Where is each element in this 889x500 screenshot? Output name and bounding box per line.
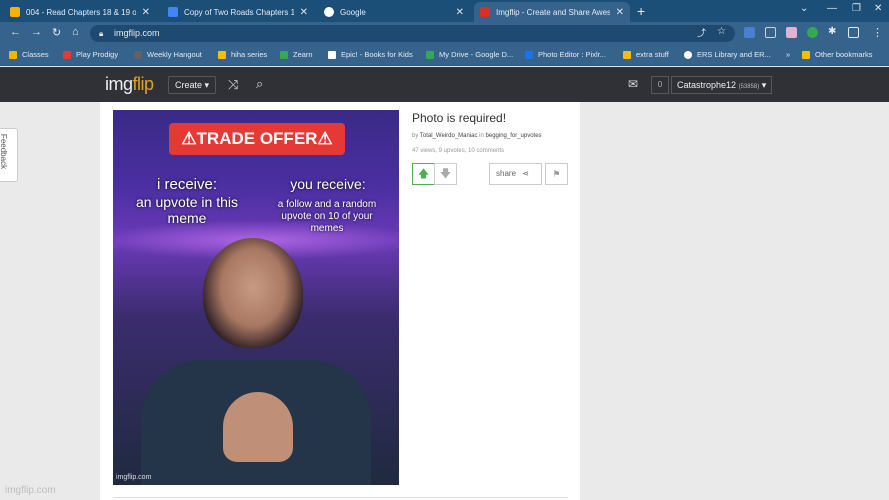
footer-watermark: imgflip.com <box>5 485 56 496</box>
bookmark-other[interactable]: Other bookmarks <box>802 50 873 59</box>
share-icon: ⋖ <box>522 169 529 178</box>
stream-link[interactable]: begging_for_upvotes <box>486 133 542 139</box>
close-icon[interactable]: ✕ <box>616 7 624 18</box>
sidebar-icon[interactable] <box>848 27 859 38</box>
new-tab-icon[interactable]: + <box>637 3 645 19</box>
calendar-icon <box>134 50 142 59</box>
minimize-icon[interactable]: — <box>827 3 837 14</box>
receive-right-body: a follow and a random upvote on 10 of yo… <box>277 199 377 234</box>
lock-icon: 🔒︎ <box>99 29 104 38</box>
forward-icon[interactable]: → <box>31 26 42 38</box>
menu-kebab-icon[interactable]: ⋮ <box>872 26 883 39</box>
bookmark-star-icon[interactable]: ☆ <box>717 26 726 37</box>
globe-icon <box>328 50 336 59</box>
reload-icon[interactable]: ↻ <box>52 26 61 39</box>
chevron-down-icon[interactable]: ⌄ <box>800 3 808 14</box>
address-bar[interactable]: 🔒︎ imgflip.com <box>90 25 735 42</box>
flag-icon[interactable]: ⚑ <box>545 163 568 185</box>
search-icon[interactable]: ⌕ <box>256 76 263 92</box>
imgflip-icon <box>480 7 490 17</box>
extension-fish-icon[interactable] <box>786 27 797 38</box>
site-header: imgflip Create ▾ ⤨ ⌕ ✉ 0 Catastrophe12 (… <box>0 67 889 102</box>
person-hands <box>223 392 293 462</box>
classroom-icon <box>9 50 17 59</box>
caret-down-icon: ▾ <box>761 80 767 90</box>
folder-icon <box>218 50 226 59</box>
tab-read-chapters[interactable]: 004 - Read Chapters 18 & 19 of ✕ <box>4 2 156 22</box>
meme-watermark: imgflip.com <box>116 474 152 481</box>
close-icon[interactable]: ✕ <box>300 7 308 18</box>
imgflip-logo[interactable]: imgflip <box>105 74 154 95</box>
drive-icon <box>426 50 434 59</box>
bookmark-epic[interactable]: Epic! - Books for Kids <box>328 50 413 59</box>
meme-image[interactable]: ⚠TRADE OFFER⚠ i receive: an upvote in th… <box>113 110 399 485</box>
docs-icon <box>168 7 178 17</box>
bookmark-ers[interactable]: ERS Library and ER... <box>684 50 771 59</box>
bookmark-pixlr[interactable]: Photo Editor : Pixlr... <box>525 50 606 59</box>
receive-right-title: you receive: <box>290 176 366 192</box>
pixlr-icon <box>525 50 533 59</box>
more-bookmarks[interactable]: » <box>786 50 790 59</box>
tab-imgflip[interactable]: Imgflip - Create and Share Awes ✕ <box>474 2 630 22</box>
shuffle-icon[interactable]: ⤨ <box>228 77 238 93</box>
globe-icon <box>684 50 692 59</box>
author-link[interactable]: Total_Weirdo_Maniac <box>420 133 478 139</box>
close-icon[interactable]: ✕ <box>142 7 150 18</box>
post-title: Photo is required! <box>412 111 507 125</box>
bookmark-hiha[interactable]: hiha series <box>218 50 267 59</box>
bookmark-extra[interactable]: extra stuff <box>623 50 669 59</box>
feedback-tab[interactable]: Feedback <box>0 128 18 182</box>
create-button[interactable]: Create ▾ <box>168 76 217 94</box>
tab-two-roads[interactable]: Copy of Two Roads Chapters 18 ✕ <box>162 2 314 22</box>
notification-count[interactable]: 0 <box>651 76 669 94</box>
extension-outline-icon[interactable] <box>765 27 776 38</box>
bookmarks-bar: Classes Play Prodigy Weekly Hangout hiha… <box>0 44 889 66</box>
zearn-icon <box>280 50 288 59</box>
tab-google[interactable]: Google ✕ <box>318 2 470 22</box>
upvote-button[interactable]: 🡅 <box>412 163 435 185</box>
browser-tab-strip: 004 - Read Chapters 18 & 19 of ✕ Copy of… <box>0 0 889 22</box>
downvote-button[interactable]: 🡇 <box>434 163 457 185</box>
receive-left-body: an upvote in this meme <box>136 194 238 226</box>
person-head <box>203 238 303 348</box>
google-icon <box>324 7 334 17</box>
restore-icon[interactable]: ❐ <box>852 3 861 14</box>
folder-icon <box>623 50 631 59</box>
back-icon[interactable]: ← <box>10 26 21 38</box>
close-icon[interactable]: ✕ <box>456 7 464 18</box>
prodigy-icon <box>63 50 71 59</box>
extension-badge-icon[interactable] <box>807 27 818 38</box>
share-page-icon[interactable]: ⤴ <box>697 26 706 39</box>
extensions-puzzle-icon[interactable]: ✱ <box>828 26 836 37</box>
trade-offer-banner: ⚠TRADE OFFER⚠ <box>169 123 345 155</box>
receive-left-title: i receive: <box>156 176 218 193</box>
extension-shield-icon[interactable] <box>744 27 755 38</box>
home-icon[interactable]: ⌂ <box>72 26 79 38</box>
user-menu-button[interactable]: Catastrophe12 (53858) ▾ <box>671 76 773 94</box>
post-stats: 47 views, 9 upvotes, 10 comments <box>412 148 505 154</box>
share-button[interactable]: share ⋖ <box>489 163 542 185</box>
classroom-icon <box>10 7 20 17</box>
folder-icon <box>802 50 810 59</box>
mail-icon[interactable]: ✉ <box>628 77 638 91</box>
window-close-icon[interactable]: ✕ <box>874 3 882 14</box>
bookmark-zearn[interactable]: Zearn <box>280 50 313 59</box>
bookmark-drive[interactable]: My Drive - Google D... <box>426 50 513 59</box>
bookmark-hangout[interactable]: Weekly Hangout <box>134 50 202 59</box>
bookmark-prodigy[interactable]: Play Prodigy <box>63 50 118 59</box>
browser-toolbar: ← → ↻ ⌂ 🔒︎ imgflip.com ⤴ ☆ ✱ ⋮ <box>0 22 889 44</box>
post-byline: by Total_Weirdo_Maniac in begging_for_up… <box>412 133 542 139</box>
bookmark-classes[interactable]: Classes <box>9 50 49 59</box>
divider <box>113 497 568 498</box>
